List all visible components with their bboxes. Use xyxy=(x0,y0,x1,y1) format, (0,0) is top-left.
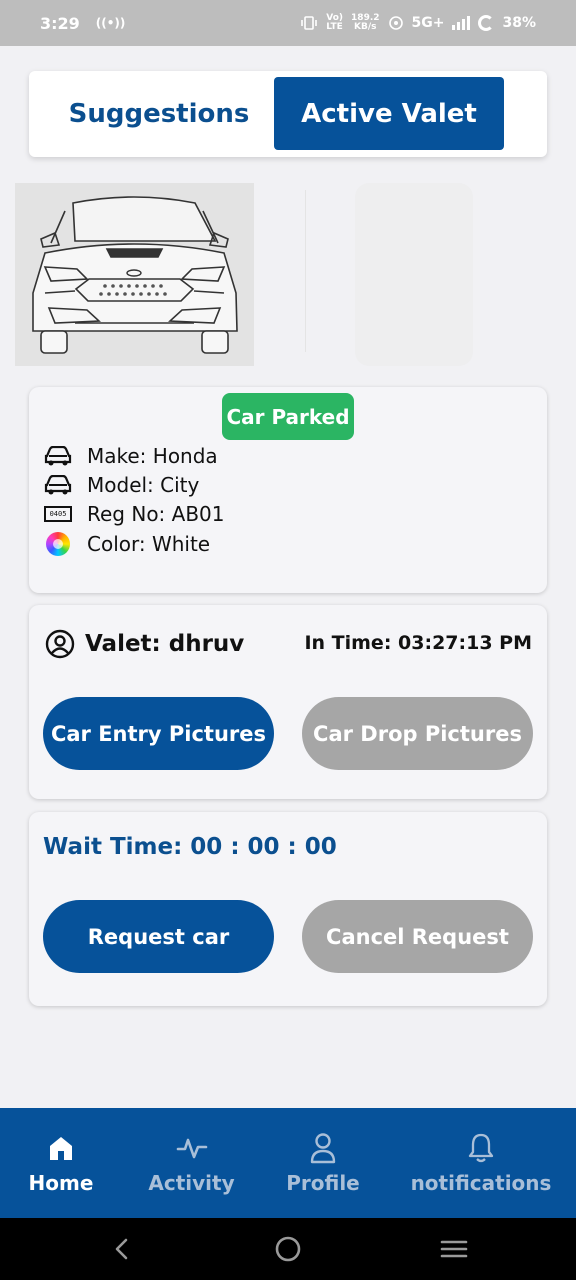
nav-home-label: Home xyxy=(28,1171,94,1195)
nav-profile[interactable]: Profile xyxy=(278,1108,368,1218)
recents-menu-icon[interactable] xyxy=(439,1234,469,1264)
signal-icon xyxy=(452,16,471,30)
back-icon[interactable] xyxy=(107,1234,137,1264)
reg-row: 0405 Reg No: AB01 xyxy=(43,500,225,528)
wait-time: Wait Time: 00 : 00 : 00 xyxy=(43,834,337,860)
network-speed: 189.2 KB/s xyxy=(351,14,379,32)
nav-home[interactable]: Home xyxy=(20,1108,102,1218)
car-info-card: Car Parked Make: Honda Model: City 0405 … xyxy=(29,387,547,593)
nav-notifications-label: notifications xyxy=(410,1171,552,1195)
color-wheel-icon xyxy=(43,532,73,556)
hotspot-icon: ((•)) xyxy=(95,16,126,30)
tab-suggestions[interactable]: Suggestions xyxy=(41,77,277,150)
cancel-request-button[interactable]: Cancel Request xyxy=(302,900,533,973)
car-icon xyxy=(43,473,73,497)
make-text: Make: Honda xyxy=(87,444,218,468)
bottom-nav: Home Activity Profile notifications xyxy=(0,1108,576,1218)
color-row: Color: White xyxy=(43,530,210,558)
car-icon xyxy=(43,444,73,468)
request-car-button[interactable]: Request car xyxy=(43,900,274,973)
car-drop-pictures-button[interactable]: Car Drop Pictures xyxy=(302,697,533,770)
battery-icon xyxy=(478,15,495,31)
valet-name: Valet: dhruv xyxy=(85,631,245,657)
status-right: Vo) LTE 189.2 KB/s 5G+ 38% xyxy=(300,14,536,32)
home-circle-icon[interactable] xyxy=(273,1234,303,1264)
status-time: 3:29 xyxy=(40,13,80,33)
valet-card: Valet: dhruv In Time: 03:27:13 PM Car En… xyxy=(29,605,547,799)
license-plate-icon: 0405 xyxy=(43,502,73,526)
color-text: Color: White xyxy=(87,532,211,556)
wifi-hotspot-icon xyxy=(388,16,403,30)
car-front-image[interactable] xyxy=(15,183,254,366)
plate-icon-text: 0405 xyxy=(44,506,72,522)
activity-icon xyxy=(176,1131,208,1165)
in-time: In Time: 03:27:13 PM xyxy=(304,632,532,654)
tab-active-valet[interactable]: Active Valet xyxy=(274,77,504,150)
nav-activity[interactable]: Activity xyxy=(140,1108,243,1218)
image-divider xyxy=(305,190,306,352)
model-row: Model: City xyxy=(43,471,199,499)
wait-card: Wait Time: 00 : 00 : 00 Request car Canc… xyxy=(29,812,547,1006)
model-text: Model: City xyxy=(87,473,200,497)
reg-text: Reg No: AB01 xyxy=(87,502,225,526)
nav-notifications[interactable]: notifications xyxy=(405,1108,557,1218)
valet-row: Valet: dhruv xyxy=(45,627,244,661)
status-bar: 3:29 ((•)) Vo) LTE 189.2 KB/s 5G+ 38% xyxy=(0,0,576,46)
system-nav-bar xyxy=(0,1218,576,1280)
status-badge: Car Parked xyxy=(222,393,354,440)
user-circle-icon xyxy=(45,629,75,659)
car-image-placeholder[interactable] xyxy=(355,183,473,366)
nav-activity-label: Activity xyxy=(148,1171,235,1195)
profile-icon xyxy=(309,1131,337,1165)
car-entry-pictures-button[interactable]: Car Entry Pictures xyxy=(43,697,274,770)
network-type: 5G+ xyxy=(411,15,445,31)
car-illustration xyxy=(32,196,238,354)
vibrate-icon xyxy=(301,16,318,30)
volte-icon: Vo) LTE xyxy=(326,13,344,32)
network-speed-unit: KB/s xyxy=(354,22,377,32)
tab-bar: Suggestions Active Valet xyxy=(29,71,547,157)
home-icon xyxy=(47,1131,75,1165)
make-row: Make: Honda xyxy=(43,442,218,470)
bell-icon xyxy=(467,1131,495,1165)
nav-profile-label: Profile xyxy=(286,1171,360,1195)
battery-percent: 38% xyxy=(502,15,536,31)
